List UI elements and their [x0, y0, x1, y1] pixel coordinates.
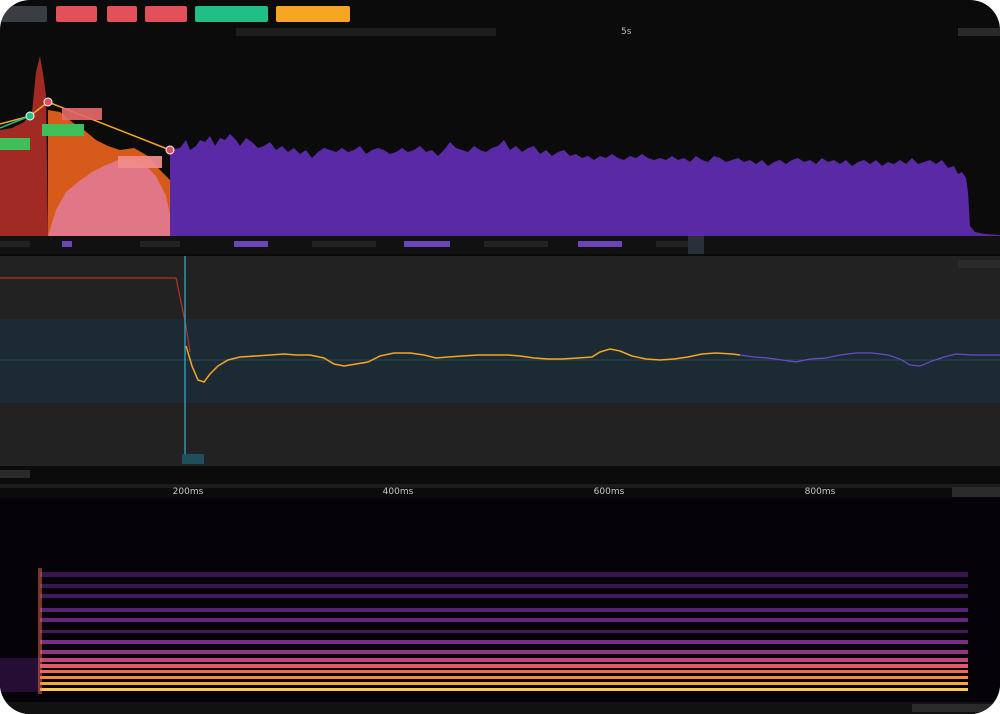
- harmonic-faint-1: [40, 572, 968, 577]
- harmonic-bright-5: [40, 682, 968, 685]
- harmonic-faint-5: [40, 618, 968, 622]
- harmonic-faint-4: [40, 608, 968, 612]
- strip-seg-3: [140, 241, 180, 247]
- harmonic-bright-6: [40, 688, 968, 691]
- playhead-handle: [182, 454, 204, 464]
- annotation-point-orange: [165, 145, 175, 155]
- waveform-area: [170, 134, 1000, 236]
- strip-seg-6: [404, 241, 450, 247]
- annotation-chip-green: [42, 124, 84, 136]
- harmonic-mid-1: [40, 640, 968, 644]
- timeline-bar: [0, 484, 1000, 488]
- pitch-panel[interactable]: [0, 256, 1000, 488]
- strip-seg-2: [62, 241, 72, 247]
- annotation-point-red: [43, 97, 53, 107]
- strip-seg-1: [0, 241, 30, 247]
- pre-onset-harmonics: [0, 658, 40, 692]
- axis-right-strip: [952, 487, 1000, 497]
- harmonic-mid-2: [40, 650, 968, 654]
- spectrogram-background: [0, 498, 1000, 714]
- spectrogram-right-strip: [912, 704, 1000, 712]
- harmonic-bright-1: [40, 658, 968, 662]
- harmonic-faint-2: [40, 584, 968, 588]
- harmonic-bright-2: [40, 664, 968, 668]
- strip-seg-7: [484, 241, 548, 247]
- strip-seg-5: [312, 241, 376, 247]
- harmonic-faint-3: [40, 594, 968, 598]
- strip-seg-9: [656, 241, 688, 247]
- timeline-left-strip: [0, 470, 30, 478]
- spectrogram-bottom-strip: [0, 702, 1000, 714]
- onset-line: [38, 568, 42, 694]
- harmonic-bright-4: [40, 676, 968, 679]
- time-label-600: 600ms: [593, 487, 625, 497]
- waveform-panel[interactable]: [0, 0, 1000, 256]
- time-label-800: 800ms: [804, 487, 836, 497]
- time-label-200: 200ms: [172, 487, 204, 497]
- audio-analysis-window: 5s 200ms 400ms 600ms 800ms: [0, 0, 1000, 714]
- harmonic-bright-3: [40, 670, 968, 673]
- harmonic-faint-6: [40, 630, 968, 633]
- annotation-point-green: [25, 111, 35, 121]
- annotation-chip-pink: [118, 156, 162, 168]
- pitch-band: [0, 319, 1000, 403]
- annotation-chip-green-left: [0, 138, 30, 150]
- strip-seg-4: [234, 241, 268, 247]
- pitch-right-strip: [958, 260, 1000, 268]
- spectrogram-panel[interactable]: [0, 498, 1000, 714]
- annotation-chip-red-1: [62, 108, 102, 120]
- time-label-400: 400ms: [382, 487, 414, 497]
- strip-seg-10: [688, 236, 704, 254]
- strip-seg-8: [578, 241, 622, 247]
